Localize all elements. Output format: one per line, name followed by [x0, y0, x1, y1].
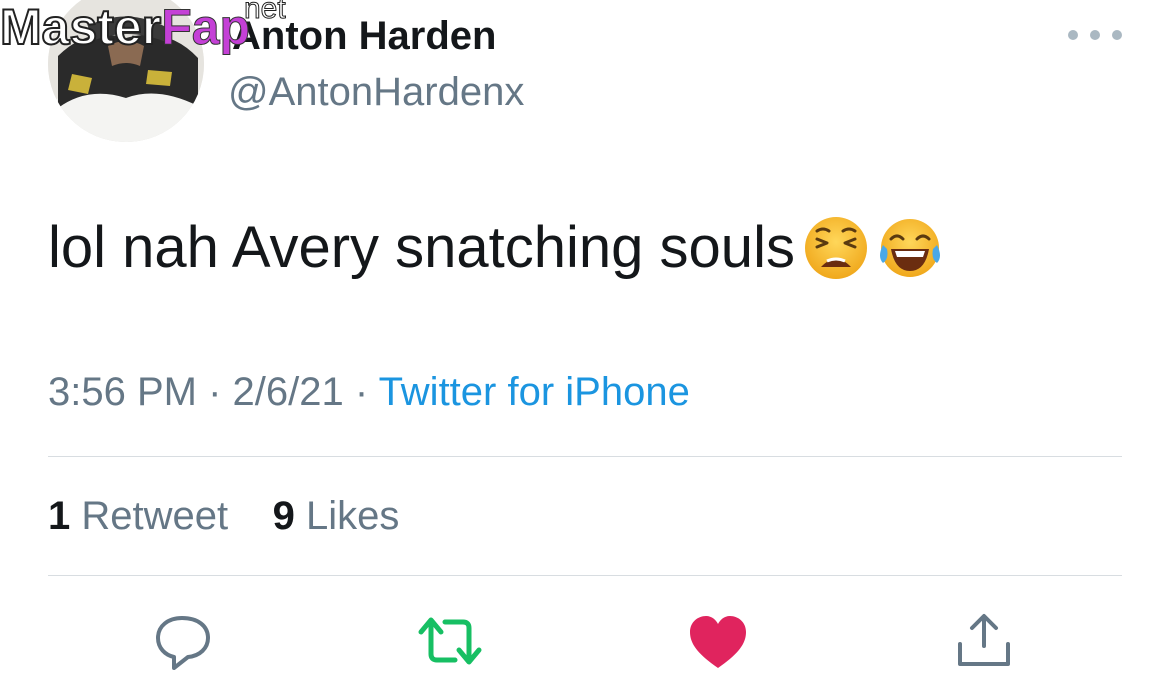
likes-count: 9 — [272, 494, 295, 538]
divider — [48, 575, 1122, 576]
reply-button[interactable] — [152, 612, 212, 672]
more-dot-icon — [1112, 30, 1122, 40]
like-button[interactable] — [688, 612, 748, 672]
tweet-stats: 1 Retweet 9 Likes — [48, 494, 399, 539]
tweet-meta: 3:56 PM · 2/6/21 · Twitter for iPhone — [48, 370, 690, 415]
retweets-stat[interactable]: 1 Retweet — [48, 494, 228, 538]
watermark-net-text: net — [244, 0, 287, 25]
more-dot-icon — [1090, 30, 1100, 40]
retweets-label: Retweet — [81, 494, 229, 538]
more-options-button[interactable] — [1068, 20, 1122, 50]
watermark-logo: MasterFap net — [0, 0, 286, 55]
likes-label: Likes — [305, 494, 400, 538]
user-handle[interactable]: @AntonHardenx — [228, 70, 524, 115]
likes-stat[interactable]: 9 Likes — [273, 494, 400, 538]
retweet-icon — [418, 617, 482, 665]
share-button[interactable] — [954, 612, 1014, 672]
weary-face-icon — [803, 215, 869, 281]
more-dot-icon — [1068, 30, 1078, 40]
watermark-fap-text: Fap — [161, 0, 251, 55]
tweet-time: 3:56 PM — [48, 370, 197, 414]
share-icon — [958, 614, 1010, 666]
retweet-button[interactable] — [417, 612, 482, 672]
meta-separator: · — [343, 370, 379, 414]
tweet-date: 2/6/21 — [232, 370, 344, 414]
tweet-body: lol nah Avery snatching souls — [48, 215, 795, 280]
tweet-text: lol nah Avery snatching souls — [48, 214, 943, 281]
reply-icon — [156, 616, 210, 670]
tweet-source-link[interactable]: Twitter for iPhone — [379, 370, 690, 414]
divider — [48, 456, 1122, 457]
face-with-tears-of-joy-icon — [877, 215, 943, 281]
watermark-master-text: Master — [0, 0, 162, 55]
like-icon — [690, 616, 746, 668]
meta-separator: · — [196, 370, 233, 414]
retweets-count: 1 — [48, 494, 71, 538]
